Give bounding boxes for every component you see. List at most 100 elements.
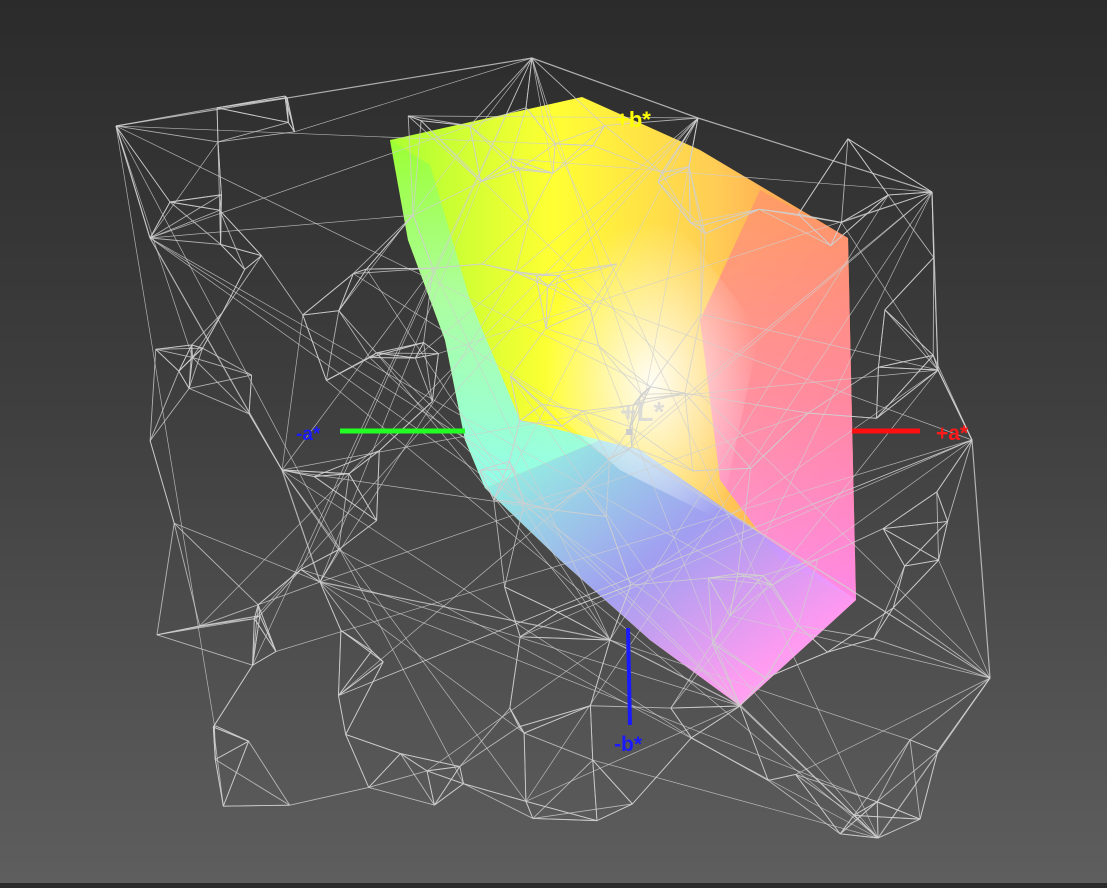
wireframe-edge xyxy=(948,440,972,521)
wireframe-edge xyxy=(338,662,383,696)
wireframe-edge xyxy=(533,818,597,820)
wireframe-edge xyxy=(558,612,610,640)
wireframe-edge xyxy=(213,665,252,727)
wireframe-edge xyxy=(174,523,258,605)
wireframe-edge xyxy=(156,349,193,357)
wireframe-edge xyxy=(510,637,520,708)
wireframe-edge xyxy=(874,566,905,639)
wireframe-edge xyxy=(223,741,248,806)
axis-label-minus-b: -b* xyxy=(614,733,643,756)
wireframe-edge xyxy=(116,126,192,357)
wireframe-edge xyxy=(768,774,795,780)
wireframe-edge xyxy=(424,343,439,354)
wireframe-edge xyxy=(768,780,840,833)
axis-label-minus-a: -a* xyxy=(296,424,321,445)
wireframe-edge xyxy=(116,108,217,126)
wireframe-edge xyxy=(415,354,438,358)
wireframe-edge xyxy=(215,741,248,759)
wireframe-edge xyxy=(150,388,189,440)
wireframe-edge xyxy=(910,740,938,751)
wireframe-edge xyxy=(937,492,939,560)
wireframe-edge xyxy=(796,678,990,774)
gamut-3d-viewport[interactable]: +b* -b* +a* -a* +L* xyxy=(0,0,1107,883)
wireframe-edge xyxy=(885,310,938,370)
wireframe-edge xyxy=(369,771,427,788)
wireframe-edge xyxy=(179,371,189,388)
wireframe-edge xyxy=(320,582,524,733)
wireframe-edge xyxy=(157,626,200,635)
wireframe-edge xyxy=(353,215,413,273)
wireframe-edge xyxy=(157,523,174,635)
wireframe-edge xyxy=(223,805,289,806)
wireframe-edge xyxy=(798,139,848,215)
wireframe-edge xyxy=(217,98,287,108)
wireframe-edge xyxy=(157,635,253,665)
wireframe-edge xyxy=(427,640,610,771)
wireframe-edge xyxy=(367,215,414,269)
wireframe-edge xyxy=(524,733,526,801)
wireframe-edge xyxy=(524,733,593,760)
wireframe-edge xyxy=(712,643,878,838)
wireframe-edge xyxy=(116,58,532,126)
wireframe-edge xyxy=(150,441,174,523)
wireframe-edge xyxy=(189,388,249,413)
wireframe-edge xyxy=(170,202,221,244)
wireframe-edge xyxy=(218,122,288,141)
wireframe-edge xyxy=(593,760,597,821)
wireframe-edge xyxy=(341,630,383,661)
wireframe-edge xyxy=(505,587,558,612)
wireframe-edge xyxy=(213,727,223,806)
l-axis-origin-marker xyxy=(626,429,632,435)
wireframe-edge xyxy=(434,784,463,805)
gamut-scene: +b* -b* +a* -a* +L* xyxy=(0,0,1107,883)
wireframe-edge xyxy=(116,126,170,202)
wireframe-edge xyxy=(934,258,938,370)
wireframe-edge xyxy=(189,375,252,388)
wireframe-edge xyxy=(282,470,526,801)
wireframe-edge xyxy=(938,678,990,751)
wireframe-edge xyxy=(221,244,262,255)
wireframe-edge xyxy=(346,734,369,787)
wireframe-edge xyxy=(339,311,377,353)
wireframe-edge xyxy=(314,477,377,521)
wireframe-edge xyxy=(303,274,354,315)
wireframe-edge xyxy=(349,451,379,474)
wireframe-edge xyxy=(218,132,295,142)
wireframe-edge xyxy=(883,529,938,561)
wireframe-edge xyxy=(213,727,248,741)
wireframe-edge xyxy=(505,587,521,637)
wireframe-edge xyxy=(463,784,532,819)
wireframe-edge xyxy=(937,492,948,522)
wireframe-edge xyxy=(874,639,990,678)
wireframe-edge xyxy=(116,126,150,238)
wireframe-edge xyxy=(841,139,847,223)
wireframe-edge xyxy=(262,256,303,315)
wireframe-edge xyxy=(260,569,301,615)
wireframe-edge xyxy=(590,640,610,706)
wireframe-edge xyxy=(876,370,938,418)
wireframe-edge xyxy=(150,238,282,470)
wireframe-edge xyxy=(463,784,525,802)
wireframe-edge xyxy=(905,521,948,566)
wireframe-edge xyxy=(249,414,282,470)
wireframe-edge xyxy=(338,630,340,695)
wireframe-edge xyxy=(174,523,320,582)
wireframe-edge xyxy=(854,815,920,819)
wireframe-edge xyxy=(415,358,432,402)
wireframe-edge xyxy=(320,582,610,640)
wireframe-edge xyxy=(377,451,380,521)
wireframe-edge xyxy=(217,108,288,123)
wireframe-edge xyxy=(217,108,218,142)
wireframe-edge xyxy=(671,706,740,708)
wireframe-edge xyxy=(876,367,878,418)
wireframe-edge xyxy=(920,751,938,819)
wireframe-edge xyxy=(150,371,179,441)
wireframe-edge xyxy=(593,760,633,804)
wireframe-edge xyxy=(590,706,592,760)
wireframe-edge xyxy=(290,787,369,805)
wireframe-edge xyxy=(170,202,220,210)
wireframe-edge xyxy=(326,311,338,381)
wireframe-edge xyxy=(520,612,558,636)
wireframe-edge xyxy=(893,608,990,678)
wireframe-edge xyxy=(877,802,878,838)
